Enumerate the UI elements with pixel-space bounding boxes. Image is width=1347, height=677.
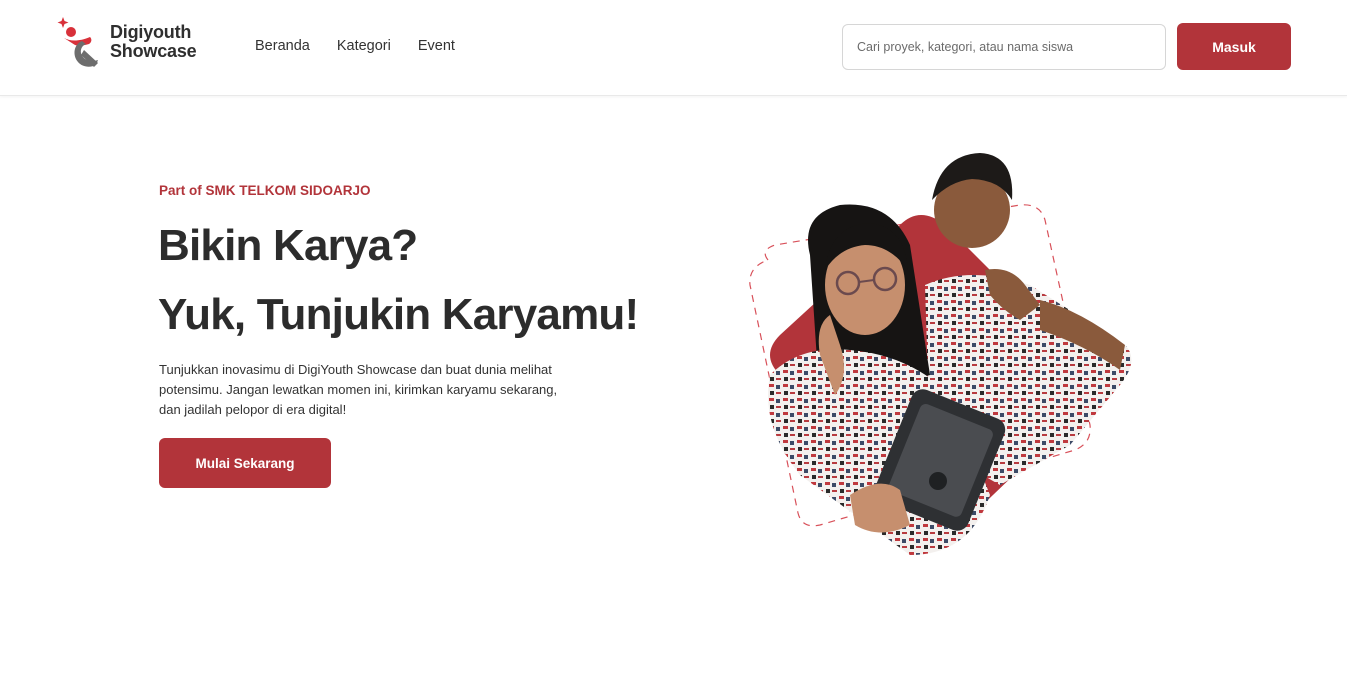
- hero-headline-line-1: Bikin Karya?: [158, 221, 418, 270]
- brand-line-2: Showcase: [110, 41, 197, 61]
- nav-item-event[interactable]: Event: [418, 38, 455, 54]
- login-button[interactable]: Masuk: [1177, 23, 1291, 70]
- search-input[interactable]: [842, 24, 1166, 70]
- hero-eyebrow: Part of SMK TELKOM SIDOARJO: [159, 183, 371, 198]
- brand-name: Digiyouth Showcase: [110, 22, 197, 61]
- hero-image: [740, 145, 1150, 565]
- top-navbar: Digiyouth Showcase Beranda Kategori Even…: [0, 0, 1347, 96]
- main-nav: Beranda Kategori Event: [255, 38, 455, 54]
- nav-item-beranda[interactable]: Beranda: [255, 38, 310, 54]
- brand-logo[interactable]: Digiyouth Showcase: [56, 14, 216, 70]
- brand-line-1: Digiyouth: [110, 22, 192, 42]
- logo-mark-icon: [56, 15, 106, 69]
- hero-description: Tunjukkan inovasimu di DigiYouth Showcas…: [159, 362, 558, 417]
- start-now-button[interactable]: Mulai Sekarang: [159, 438, 331, 488]
- nav-item-kategori[interactable]: Kategori: [337, 38, 391, 54]
- hero-headline-line-2: Yuk, Tunjukin Karyamu!: [158, 290, 639, 339]
